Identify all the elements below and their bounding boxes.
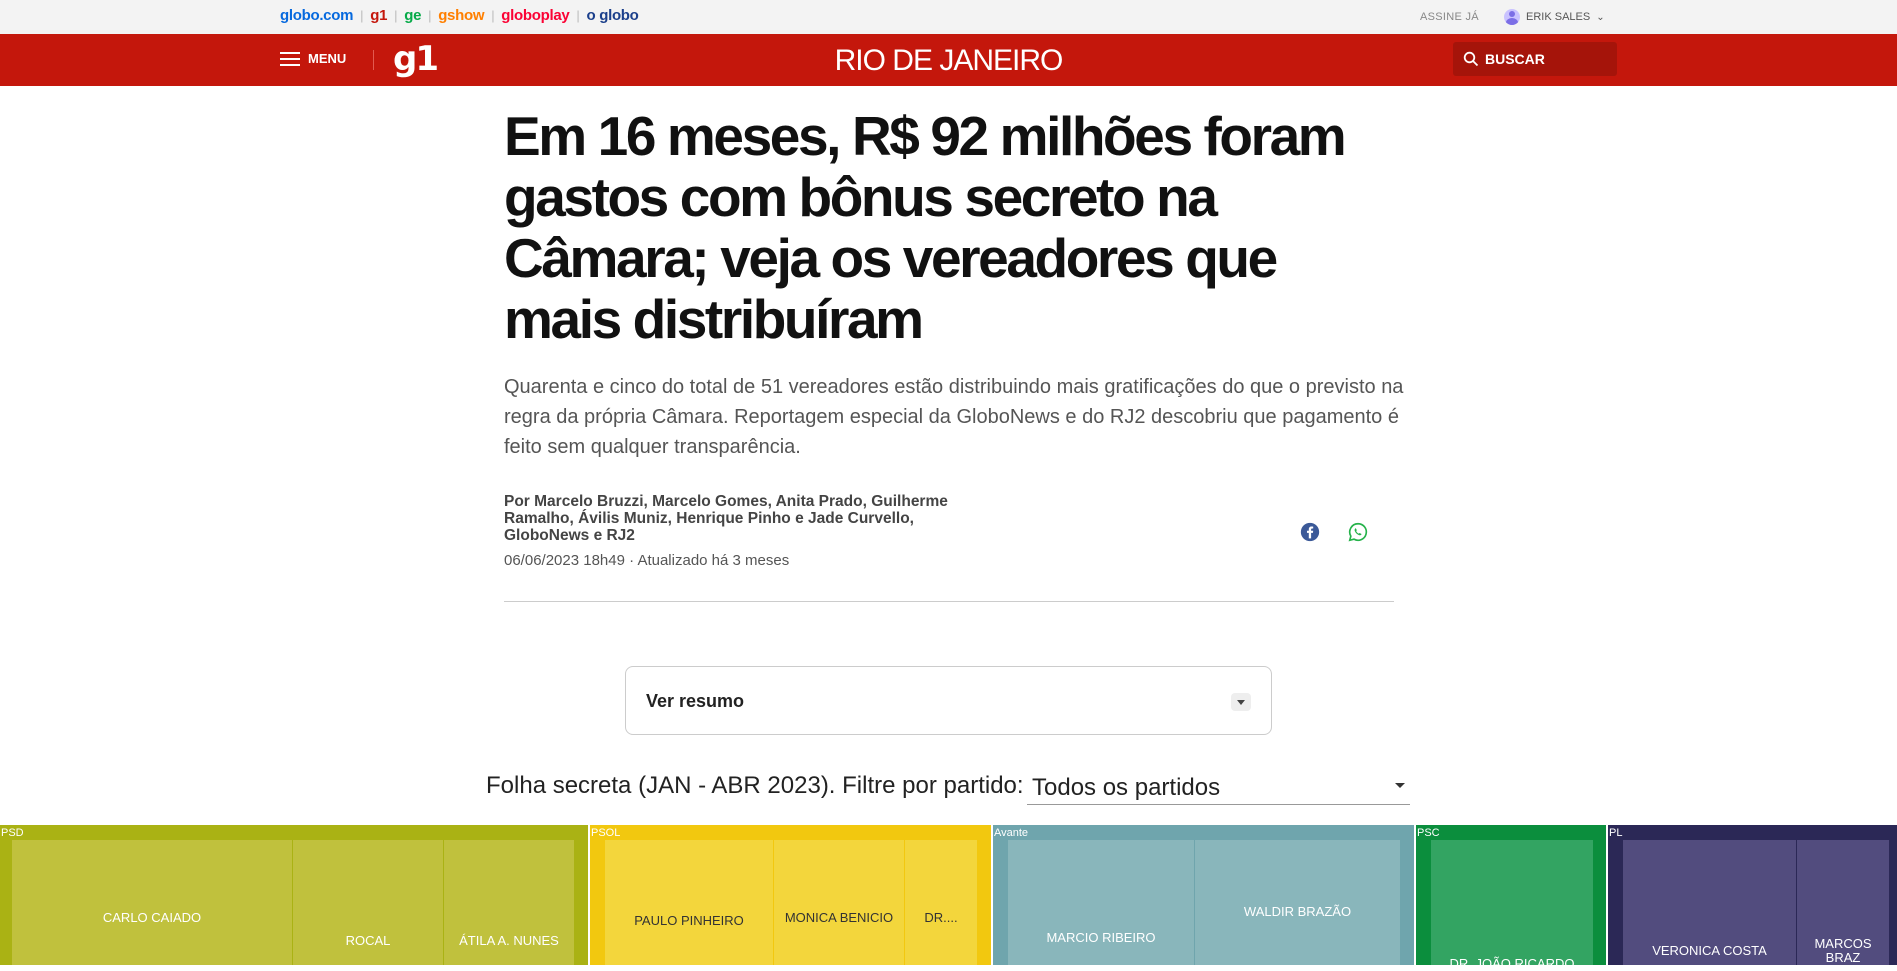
treemap-cell-label: ÁTILA A. NUNES bbox=[459, 933, 559, 948]
party-treemap: PSD CARLO CAIADO ROCAL ÁTILA A. NUNES PS… bbox=[0, 825, 1897, 971]
article-date: 06/06/2023 18h49 · Atualizado há 3 meses bbox=[504, 552, 790, 569]
facebook-icon[interactable] bbox=[1299, 521, 1321, 543]
party-name: PSOL bbox=[591, 827, 621, 839]
treemap-cell-label: MARCIO RIBEIRO bbox=[1046, 930, 1156, 945]
treemap-cell-label: WALDIR BRAZÃO bbox=[1243, 904, 1352, 919]
treemap-party-psol[interactable]: PSOL PAULO PINHEIRO MONICA BENICIO DR...… bbox=[590, 825, 991, 965]
treemap-cell[interactable]: ROCAL bbox=[293, 840, 443, 965]
treemap-party-avante[interactable]: Avante MARCIO RIBEIRO WALDIR BRAZÃO bbox=[993, 825, 1414, 965]
brand-separator: | bbox=[491, 8, 495, 23]
whatsapp-icon[interactable] bbox=[1347, 521, 1369, 543]
summary-label: Ver resumo bbox=[646, 691, 745, 711]
treemap-party-psc[interactable]: PSC DR. JOÃO RICARDO bbox=[1416, 825, 1606, 971]
article-headline: Em 16 meses, R$ 92 milhões foram gastos … bbox=[504, 105, 1347, 350]
treemap-cell[interactable]: DR.... bbox=[905, 840, 977, 965]
treemap-cell[interactable]: WALDIR BRAZÃO bbox=[1195, 840, 1400, 965]
subscribe-link[interactable]: ASSINE JÁ bbox=[1420, 11, 1479, 23]
treemap-cell-label: PAULO PINHEIRO bbox=[634, 913, 744, 928]
article-byline: Por Marcelo Bruzzi, Marcelo Gomes, Anita… bbox=[504, 493, 948, 544]
treemap-cell[interactable]: CARLO CAIADO bbox=[12, 840, 292, 965]
party-name: Avante bbox=[994, 827, 1029, 839]
dropdown-arrow-icon bbox=[1395, 783, 1405, 788]
treemap-cell[interactable]: MONICA BENICIO bbox=[774, 840, 904, 965]
search-button[interactable]: BUSCAR bbox=[1453, 42, 1617, 76]
treemap-party-psd[interactable]: PSD CARLO CAIADO ROCAL ÁTILA A. NUNES bbox=[0, 825, 588, 965]
chevron-down-icon bbox=[1231, 693, 1251, 711]
treemap-cell-label: MONICA BENICIO bbox=[784, 910, 894, 925]
treemap-cell-label: DR.... bbox=[924, 910, 958, 925]
treemap-cell-label: CARLO CAIADO bbox=[102, 910, 202, 925]
treemap-party-pl[interactable]: PL VERONICA COSTA MARCOS BRAZ bbox=[1608, 825, 1897, 965]
search-icon bbox=[1463, 51, 1479, 67]
search-label: BUSCAR bbox=[1485, 51, 1545, 67]
brand-link-g1[interactable]: g1 bbox=[370, 7, 387, 24]
brand-separator: | bbox=[394, 8, 398, 23]
party-name: PSD bbox=[1, 827, 24, 839]
brand-link-globocom[interactable]: globo.com bbox=[280, 7, 353, 24]
party-name: PSC bbox=[1417, 827, 1440, 839]
treemap-cell[interactable]: MARCOS BRAZ bbox=[1797, 840, 1889, 965]
treemap-cell[interactable]: ÁTILA A. NUNES bbox=[444, 840, 574, 965]
party-name: PL bbox=[1609, 827, 1623, 839]
treemap-cell[interactable]: VERONICA COSTA bbox=[1623, 840, 1796, 965]
brand-link-globoplay[interactable]: globoplay bbox=[501, 7, 569, 24]
user-menu[interactable]: ERIK SALES ⌄ bbox=[1504, 9, 1605, 25]
user-avatar-icon bbox=[1504, 9, 1520, 25]
article-divider bbox=[504, 601, 1394, 602]
brand-separator: | bbox=[360, 8, 364, 23]
treemap-cell[interactable]: MARCIO RIBEIRO bbox=[1008, 840, 1194, 965]
brand-link-ge[interactable]: ge bbox=[404, 7, 421, 24]
party-filter-value: Todos os partidos bbox=[1032, 774, 1221, 801]
treemap-cell-label: VERONICA COSTA bbox=[1652, 943, 1767, 958]
chevron-down-icon: ⌄ bbox=[1596, 11, 1605, 23]
brand-links: globo.com | g1 | ge | gshow | globoplay … bbox=[280, 7, 639, 24]
brand-link-oglobo[interactable]: o globo bbox=[586, 7, 638, 24]
article-subtitle: Quarenta e cinco do total de 51 vereador… bbox=[504, 376, 1404, 458]
brand-link-gshow[interactable]: gshow bbox=[438, 7, 484, 24]
treemap-cell[interactable]: DR. JOÃO RICARDO bbox=[1431, 840, 1593, 971]
treemap-cell-label: ROCAL bbox=[345, 933, 391, 948]
globo-top-bar: globo.com | g1 | ge | gshow | globoplay … bbox=[0, 0, 1897, 34]
party-filter-select[interactable]: Todos os partidos bbox=[1027, 766, 1410, 805]
brand-separator: | bbox=[576, 8, 580, 23]
summary-toggle[interactable]: Ver resumo bbox=[625, 666, 1272, 735]
user-name: ERIK SALES bbox=[1526, 11, 1591, 23]
brand-separator: | bbox=[428, 8, 432, 23]
treemap-cell-label: MARCOS BRAZ bbox=[1814, 936, 1872, 965]
treemap-cell-label: DR. JOÃO RICARDO bbox=[1449, 956, 1575, 971]
treemap-cell[interactable]: PAULO PINHEIRO bbox=[605, 840, 773, 965]
party-filter-label: Folha secreta (JAN - ABR 2023). Filtre p… bbox=[486, 772, 1024, 799]
site-header: MENU g1 RIO DE JANEIRO BUSCAR bbox=[0, 34, 1897, 86]
